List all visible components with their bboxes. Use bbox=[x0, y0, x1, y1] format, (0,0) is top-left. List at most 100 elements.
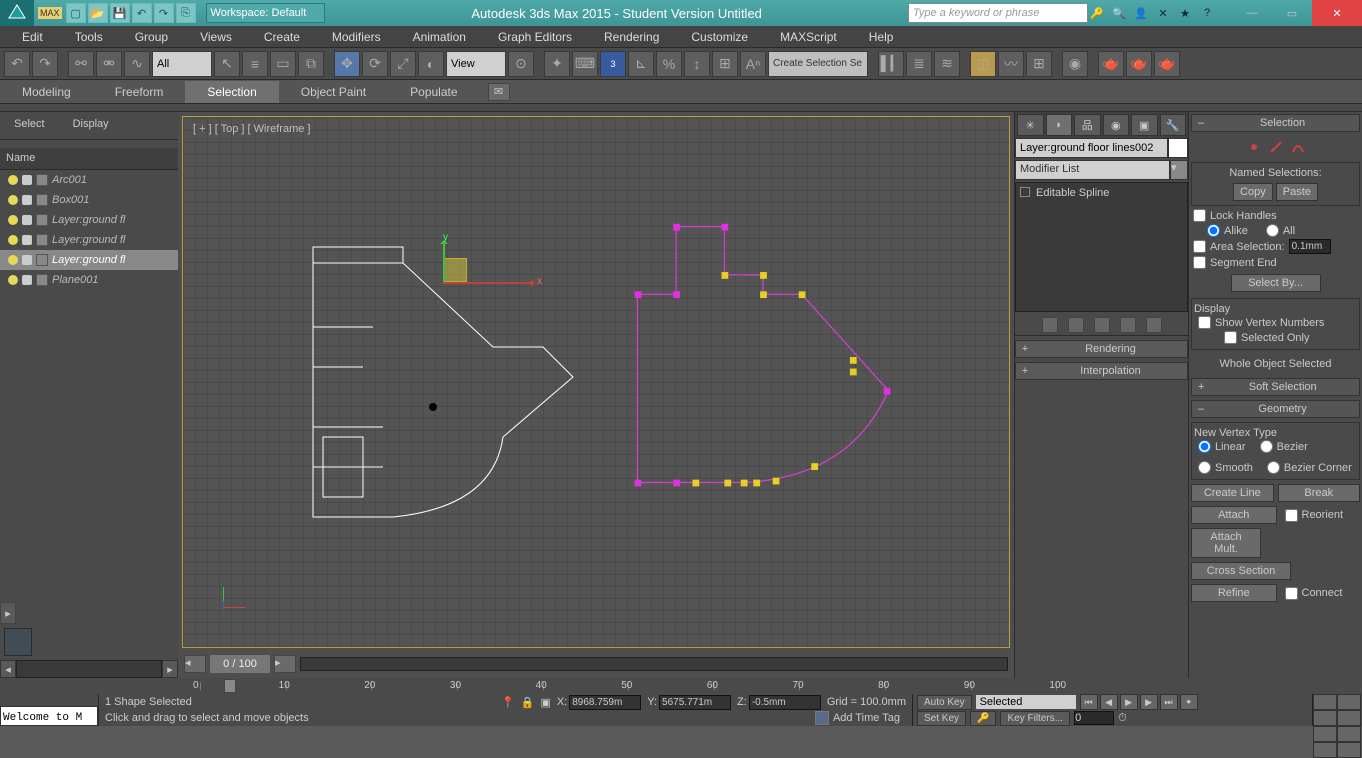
pin-stack-icon[interactable] bbox=[1042, 317, 1058, 333]
visibility-icon[interactable] bbox=[8, 195, 18, 205]
keyboard-shortcut-btn[interactable]: ⌨ bbox=[572, 51, 598, 77]
graphite-btn[interactable]: ◫ bbox=[970, 51, 996, 77]
tab-freeform[interactable]: Freeform bbox=[93, 81, 186, 103]
scrollbar[interactable] bbox=[16, 660, 162, 678]
next-frame-icon[interactable]: ▶ bbox=[1140, 694, 1158, 710]
lock-icon[interactable]: 🔒 bbox=[521, 696, 535, 709]
left-tab-display[interactable]: Display bbox=[59, 112, 123, 139]
menu-tools[interactable]: Tools bbox=[59, 27, 119, 47]
goto-end-icon[interactable]: ⏭ bbox=[1160, 694, 1178, 710]
menu-group[interactable]: Group bbox=[119, 27, 184, 47]
visibility-icon[interactable] bbox=[8, 175, 18, 185]
scene-item[interactable]: Layer:ground fl bbox=[0, 250, 178, 270]
tab-modeling[interactable]: Modeling bbox=[0, 81, 93, 103]
rotate-btn[interactable]: ⟳ bbox=[362, 51, 388, 77]
placement-btn[interactable]: ◐ bbox=[418, 51, 444, 77]
nav-icon[interactable] bbox=[1313, 742, 1337, 758]
viewport-top[interactable]: [ + ] [ Top ] [ Wireframe ] yx bbox=[178, 112, 1014, 678]
zoom-extents-icon[interactable] bbox=[1337, 710, 1361, 726]
bezier-radio[interactable]: Bezier bbox=[1256, 439, 1312, 454]
visibility-icon[interactable] bbox=[8, 275, 18, 285]
bezier-corner-radio[interactable]: Bezier Corner bbox=[1263, 460, 1356, 475]
object-color-swatch[interactable] bbox=[1168, 138, 1188, 158]
freeze-icon[interactable] bbox=[22, 195, 32, 205]
search-icon[interactable]: 🔍 bbox=[1110, 4, 1128, 22]
key-mode-icon[interactable]: ✦ bbox=[1180, 694, 1198, 710]
visibility-icon[interactable] bbox=[8, 235, 18, 245]
autokey-button[interactable]: Auto Key bbox=[917, 695, 972, 710]
open-icon[interactable]: 📂 bbox=[88, 3, 108, 23]
scene-item[interactable]: Layer:ground fl bbox=[0, 210, 178, 230]
snap-3d-btn[interactable]: 3 bbox=[600, 51, 626, 77]
smooth-radio[interactable]: Smooth bbox=[1194, 460, 1257, 475]
workspace-dropdown[interactable]: Workspace: Default bbox=[206, 3, 326, 23]
orbit-icon[interactable] bbox=[1337, 694, 1361, 710]
align-btn[interactable]: ≣ bbox=[906, 51, 932, 77]
isolate-icon[interactable]: ▣ bbox=[540, 696, 550, 709]
favorite-icon[interactable]: ★ bbox=[1176, 4, 1194, 22]
curve-editor-btn[interactable]: 〰 bbox=[998, 51, 1024, 77]
scroll-right-btn[interactable]: ▸ bbox=[162, 660, 178, 678]
freeze-icon[interactable] bbox=[22, 275, 32, 285]
unlink-btn[interactable]: ⚮ bbox=[96, 51, 122, 77]
x-coord-input[interactable] bbox=[569, 695, 641, 710]
ref-coord-dropdown[interactable]: View bbox=[446, 51, 506, 77]
tab-objectpaint[interactable]: Object Paint bbox=[279, 81, 388, 103]
rollout-soft-selection[interactable]: +Soft Selection bbox=[1191, 378, 1360, 396]
all-radio[interactable]: All bbox=[1262, 223, 1299, 238]
help-search-input[interactable]: Type a keyword or phrase bbox=[908, 3, 1088, 23]
scene-item[interactable]: Plane001 bbox=[0, 270, 178, 290]
menu-views[interactable]: Views bbox=[184, 27, 248, 47]
copy-button[interactable]: Copy bbox=[1233, 183, 1273, 201]
prev-frame-icon[interactable]: ◀ bbox=[1100, 694, 1118, 710]
max-toggle-icon[interactable] bbox=[1337, 726, 1361, 742]
key-filters-button[interactable]: Key Filters... bbox=[1000, 711, 1070, 726]
zoom-icon[interactable] bbox=[1313, 710, 1337, 726]
menu-maxscript[interactable]: MAXScript bbox=[764, 27, 853, 47]
show-result-icon[interactable] bbox=[1068, 317, 1084, 333]
editable-spline[interactable] bbox=[623, 217, 903, 497]
attach-mult-button[interactable]: Attach Mult. bbox=[1191, 528, 1261, 558]
alike-radio[interactable]: Alike bbox=[1203, 223, 1252, 238]
pan-icon[interactable] bbox=[1313, 694, 1337, 710]
viewport-layout-icon[interactable] bbox=[4, 628, 32, 656]
linear-radio[interactable]: Linear bbox=[1194, 439, 1250, 454]
close-button[interactable]: ✕ bbox=[1312, 0, 1362, 26]
help-icon[interactable]: ? bbox=[1198, 4, 1216, 22]
add-time-tag[interactable]: Add Time Tag bbox=[809, 711, 906, 725]
select-object-btn[interactable]: ↖ bbox=[214, 51, 240, 77]
show-vertex-numbers-checkbox[interactable]: Show Vertex Numbers bbox=[1194, 315, 1357, 330]
viewport-label[interactable]: [ + ] [ Top ] [ Wireframe ] bbox=[193, 123, 310, 135]
menu-rendering[interactable]: Rendering bbox=[588, 27, 675, 47]
select-name-btn[interactable]: ≡ bbox=[242, 51, 268, 77]
play-icon[interactable]: ▶ bbox=[1120, 694, 1138, 710]
cross-section-button[interactable]: Cross Section bbox=[1191, 562, 1291, 580]
modify-tab-icon[interactable]: ◗ bbox=[1046, 114, 1073, 136]
attach-button[interactable]: Attach bbox=[1191, 506, 1277, 524]
link-btn[interactable]: ⚯ bbox=[68, 51, 94, 77]
maxscript-listener[interactable]: Welcome to M bbox=[0, 706, 98, 726]
menu-edit[interactable]: Edit bbox=[6, 27, 59, 47]
segment-end-checkbox[interactable]: Segment End bbox=[1189, 255, 1362, 270]
z-coord-input[interactable] bbox=[749, 695, 821, 710]
bind-btn[interactable]: ∿ bbox=[124, 51, 150, 77]
freeze-icon[interactable] bbox=[22, 235, 32, 245]
tab-populate[interactable]: Populate bbox=[388, 81, 479, 103]
setkey-button[interactable]: Set Key bbox=[917, 711, 966, 726]
rollout-rendering[interactable]: +Rendering bbox=[1015, 340, 1188, 358]
manipulate-btn[interactable]: ✦ bbox=[544, 51, 570, 77]
key-icon[interactable]: 🔑 bbox=[970, 711, 996, 726]
rollout-geometry[interactable]: –Geometry bbox=[1191, 400, 1360, 418]
object-name-input[interactable] bbox=[1015, 138, 1168, 158]
infocenter-icon[interactable]: 🔑 bbox=[1088, 4, 1106, 22]
render-setup-btn[interactable]: 🫖 bbox=[1098, 51, 1124, 77]
nav-icon[interactable] bbox=[1337, 742, 1361, 758]
freeze-icon[interactable] bbox=[22, 175, 32, 185]
area-selection-value[interactable] bbox=[1289, 239, 1331, 254]
move-btn[interactable]: ✥ bbox=[334, 51, 360, 77]
motion-tab-icon[interactable]: ◉ bbox=[1103, 114, 1130, 136]
selection-filter-dropdown[interactable]: All bbox=[152, 51, 212, 77]
named-selection-input[interactable]: Create Selection Se bbox=[768, 51, 868, 77]
minimize-button[interactable]: — bbox=[1232, 0, 1272, 26]
schematic-btn[interactable]: ⊞ bbox=[1026, 51, 1052, 77]
